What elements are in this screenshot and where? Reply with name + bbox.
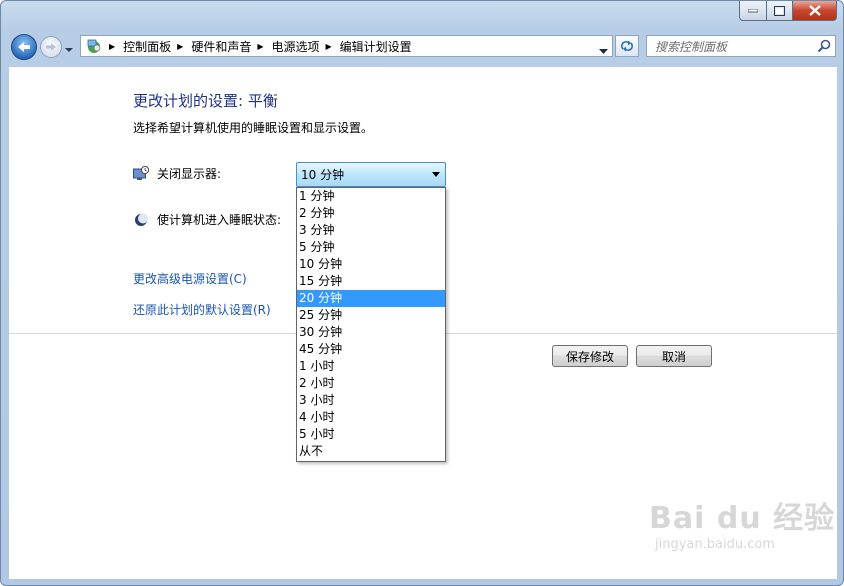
save-button[interactable]: 保存修改 xyxy=(552,345,628,367)
search-box[interactable] xyxy=(646,35,836,57)
restore-defaults-link[interactable]: 还原此计划的默认设置(R) xyxy=(133,301,271,318)
sleep-moon-icon xyxy=(133,212,149,228)
watermark-logo: Bai du 经验 xyxy=(649,501,836,536)
watermark: Bai du 经验 jingyan.baidu.com xyxy=(649,493,835,552)
dropdown-option[interactable]: 2 分钟 xyxy=(297,205,445,222)
refresh-icon xyxy=(620,40,634,52)
page-title: 更改计划的设置: 平衡 xyxy=(133,92,278,110)
dropdown-option[interactable]: 5 分钟 xyxy=(297,239,445,256)
history-dropdown[interactable] xyxy=(64,42,74,56)
breadcrumb-power-options[interactable]: 电源选项 xyxy=(272,38,320,55)
monitor-clock-icon xyxy=(133,165,149,182)
dropdown-option-highlighted[interactable]: 20 分钟 xyxy=(297,290,445,307)
refresh-button[interactable] xyxy=(615,35,639,57)
maximize-button[interactable] xyxy=(767,1,793,21)
dropdown-option[interactable]: 2 小时 xyxy=(297,375,445,392)
dropdown-option[interactable]: 30 分钟 xyxy=(297,324,445,341)
dropdown-option[interactable]: 15 分钟 xyxy=(297,273,445,290)
breadcrumb-control-panel[interactable]: 控制面板 xyxy=(123,38,171,55)
close-icon xyxy=(808,5,821,16)
close-button[interactable] xyxy=(793,1,837,21)
dropdown-option[interactable]: 1 小时 xyxy=(297,358,445,375)
breadcrumb: ▶ 控制面板 ▶ 硬件和声音 ▶ 电源选项 ▶ 编辑计划设置 xyxy=(103,38,412,55)
window: ▶ 控制面板 ▶ 硬件和声音 ▶ 电源选项 ▶ 编辑计划设置 更改计划的设置: xyxy=(0,0,844,586)
dropdown-option[interactable]: 4 小时 xyxy=(297,409,445,426)
dropdown-option[interactable]: 从不 xyxy=(297,443,445,460)
display-off-dropdown-list: 1 分钟 2 分钟 3 分钟 5 分钟 10 分钟 15 分钟 20 分钟 25… xyxy=(296,187,446,462)
cancel-button[interactable]: 取消 xyxy=(636,345,712,367)
dropdown-option[interactable]: 5 小时 xyxy=(297,426,445,443)
display-off-value: 10 分钟 xyxy=(301,168,345,182)
maximize-icon xyxy=(774,5,785,16)
titlebar-buttons xyxy=(739,1,837,21)
dropdown-option[interactable]: 1 分钟 xyxy=(297,188,445,205)
breadcrumb-arrow-icon[interactable]: ▶ xyxy=(326,42,332,51)
display-off-label: 关闭显示器: xyxy=(157,167,222,181)
display-off-select[interactable]: 10 分钟 xyxy=(296,162,446,187)
minimize-button[interactable] xyxy=(739,1,767,21)
dropdown-option[interactable]: 45 分钟 xyxy=(297,341,445,358)
chevron-down-icon xyxy=(65,48,73,52)
chevron-down-icon xyxy=(432,172,440,177)
display-setting-row: 关闭显示器: xyxy=(133,165,221,182)
dropdown-option[interactable]: 3 小时 xyxy=(297,392,445,409)
navigation-bar: ▶ 控制面板 ▶ 硬件和声音 ▶ 电源选项 ▶ 编辑计划设置 xyxy=(1,31,843,65)
arrow-left-icon xyxy=(18,42,30,52)
sleep-label: 使计算机进入睡眠状态: xyxy=(157,213,282,227)
search-input[interactable] xyxy=(653,37,817,57)
dropdown-option[interactable]: 3 分钟 xyxy=(297,222,445,239)
search-icon[interactable] xyxy=(817,39,831,56)
address-bar[interactable]: ▶ 控制面板 ▶ 硬件和声音 ▶ 电源选项 ▶ 编辑计划设置 xyxy=(80,35,613,57)
back-button[interactable] xyxy=(11,34,37,60)
dropdown-option[interactable]: 25 分钟 xyxy=(297,307,445,324)
address-dropdown-button[interactable] xyxy=(599,43,608,57)
breadcrumb-edit-plan[interactable]: 编辑计划设置 xyxy=(340,38,412,55)
page-description: 选择希望计算机使用的睡眠设置和显示设置。 xyxy=(133,121,374,135)
sleep-setting-row: 使计算机进入睡眠状态: xyxy=(133,211,281,228)
advanced-power-settings-link[interactable]: 更改高级电源设置(C) xyxy=(133,270,247,287)
forward-button[interactable] xyxy=(40,36,62,58)
watermark-url: jingyan.baidu.com xyxy=(655,537,775,552)
dropdown-option[interactable]: 10 分钟 xyxy=(297,256,445,273)
control-panel-icon xyxy=(85,38,103,54)
minimize-icon xyxy=(748,8,758,12)
breadcrumb-arrow-icon[interactable]: ▶ xyxy=(109,42,115,51)
breadcrumb-arrow-icon[interactable]: ▶ xyxy=(177,42,183,51)
arrow-right-icon xyxy=(46,43,56,51)
chevron-down-icon xyxy=(599,49,608,54)
breadcrumb-arrow-icon[interactable]: ▶ xyxy=(257,42,263,51)
breadcrumb-hardware-sound[interactable]: 硬件和声音 xyxy=(191,38,251,55)
